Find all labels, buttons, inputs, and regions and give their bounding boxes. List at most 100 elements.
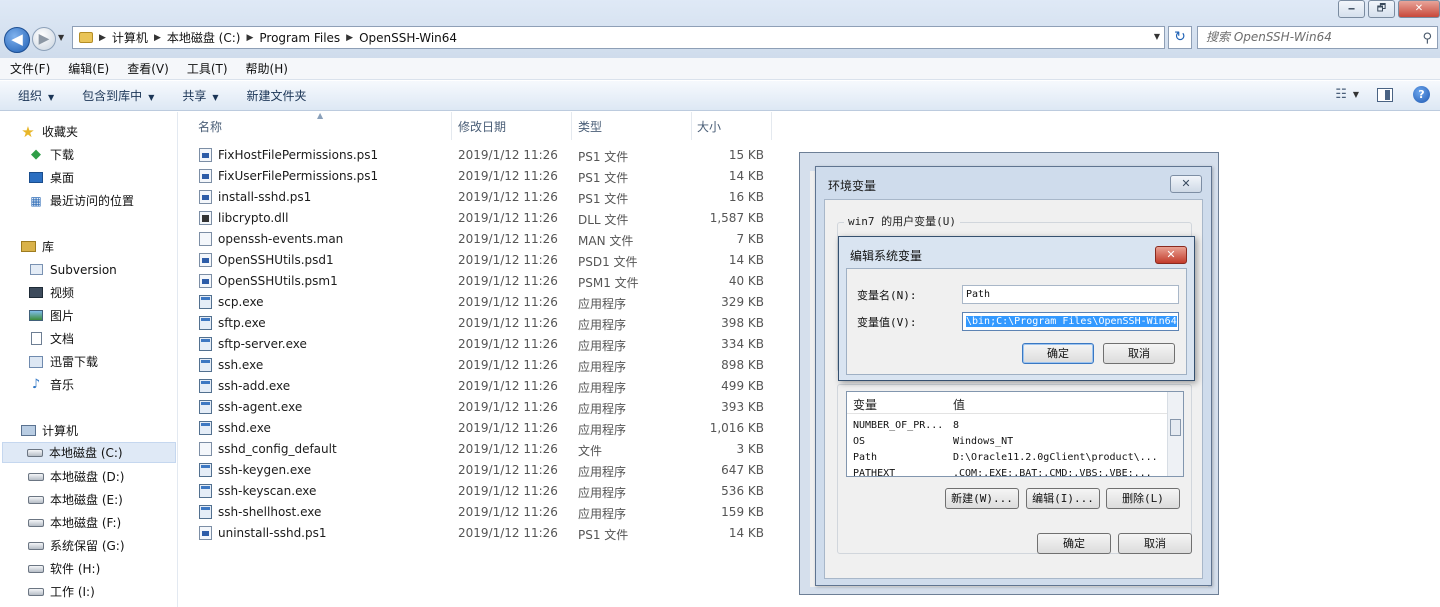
menu-help[interactable]: 帮助(H) xyxy=(236,60,296,77)
file-row[interactable]: ssh.exe 2019/1/12 11:26 应用程序 898 KB xyxy=(182,355,772,376)
organize-button[interactable]: 组织 ▼ xyxy=(0,87,64,104)
value-column-header[interactable]: 值 xyxy=(953,396,965,413)
menu-edit[interactable]: 编辑(E) xyxy=(58,60,117,77)
nav-drive-f[interactable]: 本地磁盘 (F:) xyxy=(28,512,121,533)
breadcrumb-openssh[interactable]: OpenSSH-Win64 xyxy=(359,31,457,45)
delete-variable-button[interactable]: 删除(L) xyxy=(1106,488,1180,509)
chevron-right-icon[interactable]: ▶ xyxy=(346,33,353,43)
breadcrumb-program-files[interactable]: Program Files xyxy=(259,31,340,45)
close-button[interactable]: ✕ xyxy=(1398,0,1440,18)
nav-desktop[interactable]: 桌面 xyxy=(28,167,74,188)
nav-music[interactable]: ♪ 音乐 xyxy=(28,374,74,395)
scrollbar-thumb[interactable] xyxy=(1170,419,1181,436)
nav-drive-i[interactable]: 工作 (I:) xyxy=(28,581,95,602)
variable-value-field[interactable]: \bin;C:\Program Files\OpenSSH-Win64 xyxy=(962,312,1179,331)
file-row[interactable]: OpenSSHUtils.psd1 2019/1/12 11:26 PSD1 文件 1… xyxy=(182,250,772,271)
nav-drive-c[interactable]: 本地磁盘 (C:) xyxy=(2,442,176,463)
new-variable-button[interactable]: 新建(W)... xyxy=(945,488,1019,509)
file-row[interactable]: libcrypto.dll 2019/1/12 11:26 DLL 文件 1,587 … xyxy=(182,208,772,229)
file-row[interactable]: sshd.exe 2019/1/12 11:26 应用程序 1,016 KB xyxy=(182,418,772,439)
include-library-button[interactable]: 包含到库中 ▼ xyxy=(64,87,164,104)
menu-file[interactable]: 文件(F) xyxy=(0,60,58,77)
variable-row[interactable]: PATHEXT .COM;.EXE;.BAT;.CMD;.VBS;.VBE;... xyxy=(847,466,1167,476)
env-cancel-button[interactable]: 取消 xyxy=(1118,533,1192,554)
file-row[interactable]: sftp-server.exe 2019/1/12 11:26 应用程序 334 KB xyxy=(182,334,772,355)
system-variables-table[interactable]: 变量 值 NUMBER_OF_PR... 8 OS Windows_NT Path D:\… xyxy=(846,391,1184,477)
file-row[interactable]: sftp.exe 2019/1/12 11:26 应用程序 398 KB xyxy=(182,313,772,334)
variable-row[interactable]: OS Windows_NT xyxy=(847,434,1167,450)
column-header-date[interactable]: 修改日期 xyxy=(452,112,572,140)
nav-documents[interactable]: 文档 xyxy=(28,328,74,349)
file-row[interactable]: FixUserFilePermissions.ps1 2019/1/12 11:2… xyxy=(182,166,772,187)
env-ok-button[interactable]: 确定 xyxy=(1037,533,1111,554)
nav-libraries[interactable]: 库 xyxy=(20,236,54,257)
recent-pages-dropdown[interactable]: ▼ xyxy=(58,33,64,42)
back-button[interactable]: ◀ xyxy=(4,27,30,53)
preview-pane-icon[interactable] xyxy=(1377,87,1393,102)
nav-drive-g[interactable]: 系统保留 (G:) xyxy=(28,535,125,556)
nav-subversion[interactable]: Subversion xyxy=(28,259,117,280)
file-date: 2019/1/12 11:26 xyxy=(458,442,558,456)
variable-name-field[interactable]: Path xyxy=(962,285,1179,304)
minimize-button[interactable]: 🗕 xyxy=(1338,0,1365,18)
chevron-right-icon[interactable]: ▶ xyxy=(246,33,253,43)
nav-thunder-label: 迅雷下载 xyxy=(50,355,99,369)
breadcrumb-drive-c[interactable]: 本地磁盘 (C:) xyxy=(167,29,241,46)
variable-row[interactable]: NUMBER_OF_PR... 8 xyxy=(847,418,1167,434)
file-row[interactable]: OpenSSHUtils.psm1 2019/1/12 11:26 PSM1 文件 4… xyxy=(182,271,772,292)
menu-view[interactable]: 查看(V) xyxy=(117,60,177,77)
file-row[interactable]: ssh-add.exe 2019/1/12 11:26 应用程序 499 KB xyxy=(182,376,772,397)
nav-videos[interactable]: 视频 xyxy=(28,282,74,303)
column-header-type[interactable]: 类型 xyxy=(572,112,692,140)
nav-recent[interactable]: ▦ 最近访问的位置 xyxy=(28,190,134,211)
file-row[interactable]: scp.exe 2019/1/12 11:26 应用程序 329 KB xyxy=(182,292,772,313)
menu-tools[interactable]: 工具(T) xyxy=(177,60,236,77)
file-row[interactable]: sshd_config_default 2019/1/12 11:26 文件 3 KB xyxy=(182,439,772,460)
edit-dialog-close-button[interactable]: ✕ xyxy=(1155,246,1187,264)
file-row[interactable]: ssh-keyscan.exe 2019/1/12 11:26 应用程序 536 KB xyxy=(182,481,772,502)
env-dialog-close-button[interactable]: ✕ xyxy=(1170,175,1202,193)
address-dropdown-icon[interactable]: ▼ xyxy=(1154,32,1160,41)
nav-drive-d[interactable]: 本地磁盘 (D:) xyxy=(28,466,124,487)
view-dropdown-icon[interactable]: ▼ xyxy=(1353,90,1359,99)
command-bar: 组织 ▼ 包含到库中 ▼ 共享 ▼ 新建文件夹 ☷ ▼ ? xyxy=(0,81,1440,111)
view-options-icon[interactable]: ☷ xyxy=(1335,87,1347,102)
new-folder-button[interactable]: 新建文件夹 xyxy=(229,87,317,104)
nav-thunder[interactable]: 迅雷下载 xyxy=(28,351,98,372)
nav-pictures[interactable]: 图片 xyxy=(28,305,74,326)
nav-favorites[interactable]: ★ 收藏夹 xyxy=(20,121,78,142)
chevron-right-icon[interactable]: ▶ xyxy=(99,33,106,43)
search-icon[interactable]: ⚲ xyxy=(1422,28,1432,49)
forward-button[interactable]: ▶ xyxy=(32,27,56,51)
column-header-name[interactable]: ▲ 名称 xyxy=(182,111,452,140)
file-row[interactable]: openssh-events.man 2019/1/12 11:26 MAN 文件 7… xyxy=(182,229,772,250)
edit-ok-button[interactable]: 确定 xyxy=(1022,343,1094,364)
breadcrumb-computer[interactable]: 计算机 xyxy=(112,29,148,46)
file-row[interactable]: FixHostFilePermissions.ps1 2019/1/12 11:2… xyxy=(182,145,772,166)
file-row[interactable]: install-sshd.ps1 2019/1/12 11:26 PS1 文件 16 … xyxy=(182,187,772,208)
column-header-size[interactable]: 大小 xyxy=(692,112,772,140)
address-bar[interactable]: ▶ 计算机 ▶ 本地磁盘 (C:) ▶ Program Files ▶ Open… xyxy=(72,26,1165,49)
refresh-button[interactable]: ↻ xyxy=(1168,26,1192,49)
edit-variable-button[interactable]: 编辑(I)... xyxy=(1026,488,1100,509)
nav-computer[interactable]: 计算机 xyxy=(20,420,78,441)
file-size: 334 KB xyxy=(721,337,764,351)
file-row[interactable]: ssh-shellhost.exe 2019/1/12 11:26 应用程序 159 … xyxy=(182,502,772,523)
share-button[interactable]: 共享 ▼ xyxy=(164,87,228,104)
chevron-right-icon[interactable]: ▶ xyxy=(154,33,161,43)
nav-downloads[interactable]: ◆ 下载 xyxy=(28,144,74,165)
maximize-button[interactable]: 🗗 xyxy=(1368,0,1395,18)
variable-column-header[interactable]: 变量 xyxy=(853,396,877,413)
variable-name-label: 变量名(N): xyxy=(857,289,917,302)
vertical-scrollbar[interactable] xyxy=(1167,392,1183,476)
file-row[interactable]: ssh-agent.exe 2019/1/12 11:26 应用程序 393 KB xyxy=(182,397,772,418)
help-icon[interactable]: ? xyxy=(1413,86,1430,103)
file-row[interactable]: uninstall-sshd.ps1 2019/1/12 11:26 PS1 文件 1… xyxy=(182,523,772,544)
variable-row[interactable]: Path D:\Oracle11.2.0gClient\product\... xyxy=(847,450,1167,466)
file-row[interactable]: ssh-keygen.exe 2019/1/12 11:26 应用程序 647 KB xyxy=(182,460,772,481)
nav-drive-h[interactable]: 软件 (H:) xyxy=(28,558,100,579)
nav-drive-e[interactable]: 本地磁盘 (E:) xyxy=(28,489,123,510)
edit-cancel-button[interactable]: 取消 xyxy=(1103,343,1175,364)
variable-value: Windows_NT xyxy=(953,436,1014,447)
search-input[interactable]: 搜索 OpenSSH-Win64 ⚲ xyxy=(1197,26,1438,49)
